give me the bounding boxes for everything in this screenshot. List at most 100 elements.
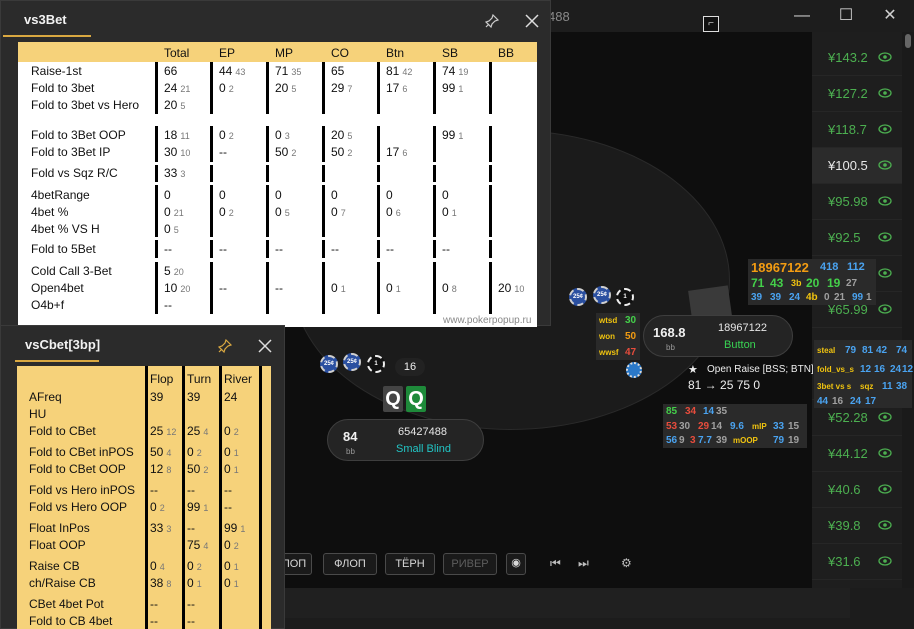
close-icon[interactable] (258, 339, 272, 353)
street-flop-button[interactable]: ФЛОП (323, 553, 377, 575)
street-river-button[interactable]: РИВЕР (443, 553, 497, 575)
stat-value[interactable] (224, 597, 227, 611)
stat-value[interactable]: 75 4 (187, 538, 208, 552)
stat-value[interactable]: 99 1 (442, 81, 463, 95)
stat-value[interactable] (442, 145, 445, 159)
tournament-row[interactable]: ¥118.7 (812, 112, 902, 148)
stat-value[interactable] (331, 222, 334, 236)
eye-icon[interactable] (878, 88, 892, 98)
stat-value[interactable]: -- (187, 521, 198, 535)
stat-value[interactable]: 50 2 (275, 145, 296, 159)
stat-value[interactable]: -- (386, 242, 397, 256)
stat-value[interactable] (331, 166, 334, 180)
settings-gear-icon[interactable]: ⚙ (621, 556, 632, 570)
stat-value[interactable]: 20 5 (164, 98, 185, 112)
stat-value[interactable]: 99 1 (442, 128, 463, 142)
stat-value[interactable]: 50 2 (331, 145, 352, 159)
stat-value[interactable] (442, 264, 445, 278)
stat-value[interactable]: 01 (386, 281, 401, 295)
stat-value[interactable]: -- (150, 483, 161, 497)
stat-value[interactable] (386, 298, 389, 312)
stat-value[interactable]: -- (224, 483, 235, 497)
stat-value[interactable]: 20 5 (331, 128, 352, 142)
stat-value[interactable]: 01 (331, 281, 346, 295)
eye-icon[interactable] (878, 232, 892, 242)
eye-icon[interactable] (878, 448, 892, 458)
stat-value[interactable] (442, 166, 445, 180)
stat-value[interactable]: 17 6 (386, 81, 407, 95)
eye-icon[interactable] (878, 268, 892, 278)
stat-value[interactable]: 10 20 (164, 281, 190, 295)
stat-value[interactable]: 50 2 (187, 462, 208, 476)
stat-value[interactable]: -- (219, 281, 230, 295)
stat-value[interactable]: -- (187, 614, 198, 628)
minimize-icon[interactable]: — (782, 4, 822, 28)
eye-icon[interactable] (878, 124, 892, 134)
stat-value[interactable]: 0 (386, 188, 396, 202)
view-eye-icon[interactable]: ◉ (506, 553, 526, 575)
tournament-row[interactable]: ¥39.8 (812, 508, 902, 544)
stat-value[interactable]: -- (150, 597, 161, 611)
stat-value[interactable] (442, 222, 445, 236)
stat-value[interactable] (219, 98, 222, 112)
villain-side-hud[interactable]: wtsd 30 won 50 wwsf 47 (596, 313, 640, 360)
stat-value[interactable]: 01 (187, 576, 202, 590)
stat-value[interactable] (498, 188, 501, 202)
stat-value[interactable]: 0 (442, 188, 452, 202)
stat-value[interactable]: 99 1 (187, 500, 208, 514)
stat-value[interactable] (442, 98, 445, 112)
scrollbar[interactable] (902, 32, 914, 588)
stat-value[interactable]: 81 42 (386, 64, 412, 78)
stat-value[interactable]: 50 4 (150, 445, 171, 459)
stat-value[interactable] (498, 242, 501, 256)
stat-value[interactable]: 02 (150, 500, 165, 514)
stat-value[interactable]: 20 5 (275, 81, 296, 95)
stat-value[interactable]: 02 (219, 81, 234, 95)
stat-value[interactable]: 5 20 (164, 264, 184, 278)
stat-value[interactable]: 02 (224, 424, 239, 438)
stat-value[interactable]: 20 10 (498, 281, 524, 295)
graph-icon[interactable]: ⌐ (703, 16, 719, 32)
stat-value[interactable]: 07 (331, 205, 346, 219)
pin-icon[interactable] (485, 14, 499, 28)
stat-value[interactable] (150, 407, 153, 421)
street-turn-button[interactable]: ТЁРН (385, 553, 435, 575)
stat-value[interactable]: -- (331, 242, 342, 256)
stat-value[interactable]: 01 (224, 445, 239, 459)
stat-value[interactable] (442, 298, 445, 312)
stat-value[interactable] (331, 264, 334, 278)
stat-value[interactable]: 24 (224, 390, 240, 404)
stat-value[interactable]: 44 43 (219, 64, 245, 78)
stat-value[interactable]: 17 6 (386, 145, 407, 159)
stat-value[interactable]: 65 (331, 64, 347, 78)
stat-value[interactable]: -- (224, 500, 235, 514)
stat-value[interactable]: 66 (164, 64, 180, 78)
stat-value[interactable]: -- (187, 483, 198, 497)
stat-value[interactable] (219, 222, 222, 236)
stat-value[interactable]: 06 (386, 205, 401, 219)
stat-value[interactable] (498, 205, 501, 219)
stat-value[interactable]: -- (219, 145, 230, 159)
tournament-row[interactable]: ¥44.12 (812, 436, 902, 472)
villain-seat[interactable]: 168.8 bb 18967122 Button (643, 315, 793, 357)
stat-value[interactable]: 25 12 (150, 424, 176, 438)
stat-value[interactable]: 0 21 (164, 205, 184, 219)
stat-value[interactable]: 12 8 (150, 462, 171, 476)
stat-value[interactable] (275, 166, 278, 180)
pin-icon[interactable] (218, 339, 232, 353)
stat-value[interactable] (386, 128, 389, 142)
stat-value[interactable]: 0 (164, 188, 174, 202)
villain-hud[interactable]: 18967122 418 112 71 43 3b 20 19 27 39 39… (748, 259, 876, 305)
stat-value[interactable] (498, 222, 501, 236)
stat-value[interactable] (498, 145, 501, 159)
stat-value[interactable]: 05 (275, 205, 290, 219)
tournament-row[interactable]: ¥95.98 (812, 184, 902, 220)
stat-value[interactable]: 30 10 (164, 145, 190, 159)
stat-value[interactable]: 71 35 (275, 64, 301, 78)
stat-value[interactable] (224, 614, 227, 628)
stat-value[interactable] (275, 222, 278, 236)
stat-value[interactable] (275, 298, 278, 312)
maximize-icon[interactable]: ☐ (826, 4, 866, 28)
stat-value[interactable]: 02 (187, 559, 202, 573)
stat-value[interactable]: 02 (187, 445, 202, 459)
